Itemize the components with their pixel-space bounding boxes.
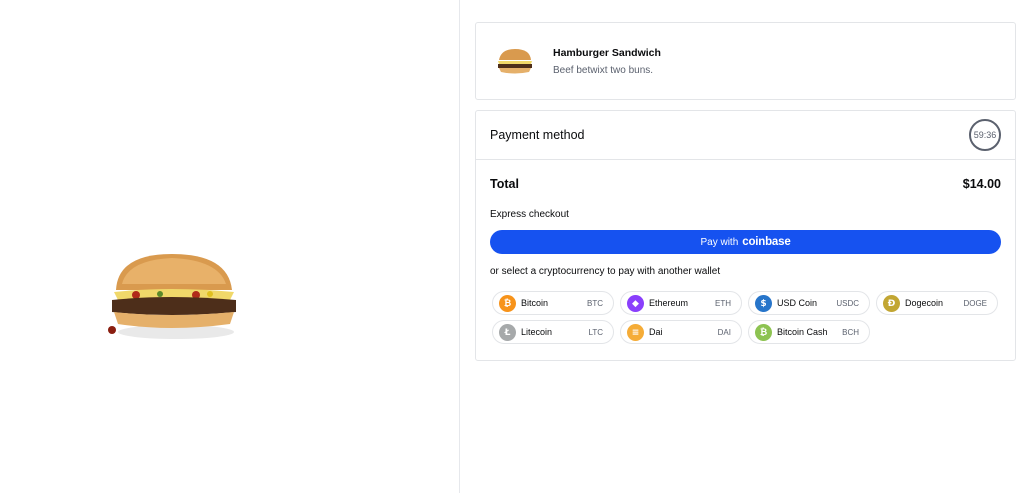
pay-with-coinbase-button[interactable]: Pay with coinbase	[490, 230, 1001, 254]
coin-code: BTC	[587, 299, 603, 308]
coin-name: Litecoin	[521, 327, 553, 337]
product-name: Hamburger Sandwich	[553, 47, 661, 59]
payment-header: Payment method 59:36	[476, 111, 1015, 160]
usd-coin-icon: $	[755, 295, 772, 312]
product-thumbnail	[498, 49, 532, 74]
product-description: Beef betwixt two buns.	[553, 65, 654, 76]
checkout-pane: Hamburger Sandwich Beef betwixt two buns…	[460, 0, 1024, 493]
total-value: $14.00	[962, 177, 1001, 191]
total-label: Total	[490, 177, 519, 191]
coin-option-litecoin[interactable]: Ł Litecoin LTC	[492, 320, 614, 344]
wallet-selection-label: or select a cryptocurrency to pay with a…	[490, 266, 721, 277]
dogecoin-icon: Đ	[883, 295, 900, 312]
bitcoin-cash-icon: ₿	[755, 324, 772, 341]
payment-card: Payment method 59:36 Total $14.00 Expres…	[475, 110, 1016, 361]
litecoin-icon: Ł	[499, 324, 516, 341]
coin-name: Bitcoin Cash	[777, 327, 828, 337]
coin-name: Ethereum	[649, 298, 689, 308]
payment-title: Payment method	[490, 128, 585, 142]
coin-option-bitcoin[interactable]: ₿ Bitcoin BTC	[492, 291, 614, 315]
coin-option-dai[interactable]: ≡ Dai DAI	[620, 320, 742, 344]
product-image-pane	[0, 0, 460, 493]
coin-code: BCH	[842, 328, 859, 337]
coin-code: DOGE	[963, 299, 987, 308]
coin-name: Bitcoin	[521, 298, 549, 308]
coin-option-ethereum[interactable]: ◆ Ethereum ETH	[620, 291, 742, 315]
ethereum-icon: ◆	[627, 295, 644, 312]
coin-code: ETH	[715, 299, 731, 308]
coin-option-bitcoin-cash[interactable]: ₿ Bitcoin Cash BCH	[748, 320, 870, 344]
bitcoin-icon: ₿	[499, 295, 516, 312]
coin-name: Dai	[649, 327, 663, 337]
coin-option-dogecoin[interactable]: Đ Dogecoin DOGE	[876, 291, 998, 315]
pay-button-prefix: Pay with	[700, 236, 739, 248]
dai-icon: ≡	[627, 324, 644, 341]
coin-option-usd-coin[interactable]: $ USD Coin USDC	[748, 291, 870, 315]
product-card: Hamburger Sandwich Beef betwixt two buns…	[475, 22, 1016, 100]
coin-name: USD Coin	[777, 298, 818, 308]
coin-code: LTC	[588, 328, 603, 337]
coinbase-logo-text: coinbase	[742, 236, 791, 248]
coin-name: Dogecoin	[905, 298, 944, 308]
coin-code: DAI	[717, 328, 731, 337]
coin-code: USDC	[836, 299, 859, 308]
hamburger-image	[108, 254, 236, 339]
express-checkout-label: Express checkout	[490, 209, 569, 220]
countdown-timer: 59:36	[969, 119, 1001, 151]
